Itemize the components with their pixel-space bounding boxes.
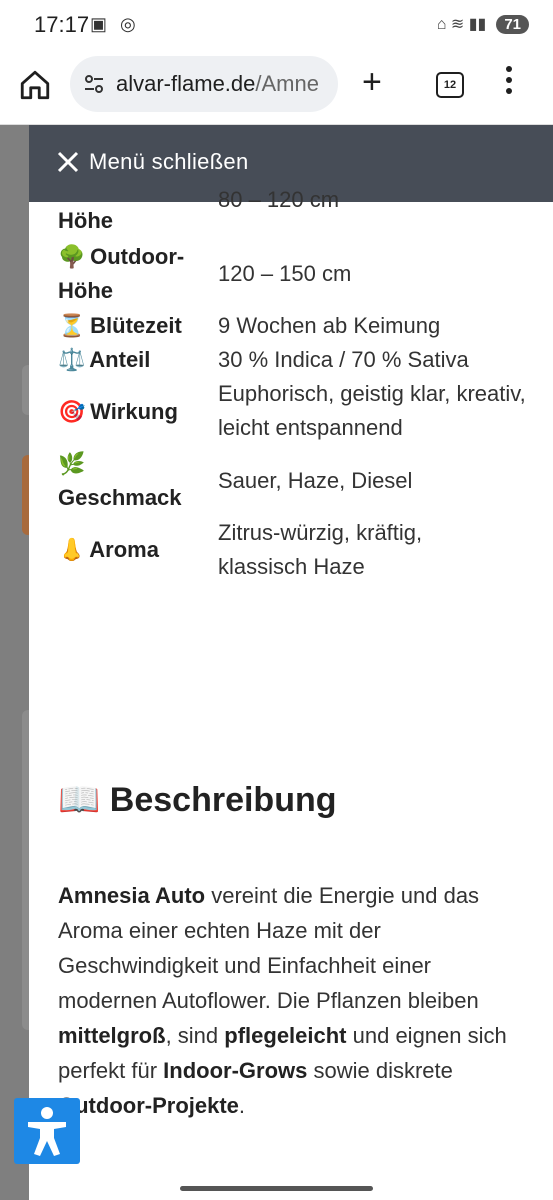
description-paragraph: Amnesia Auto vereint die Energie und das… [58,883,507,1118]
spec-label: Höhe [58,208,113,233]
url-path: /Amne [255,71,319,96]
target-icon: 🎯 [58,399,86,424]
herb-icon: 🌿 [58,451,86,476]
nose-icon: 👃 [58,537,86,562]
spec-value: 80 – 120 cm [218,187,340,212]
site-settings-icon[interactable] [82,72,106,96]
spec-value: Euphorisch, geistig klar, kreativ, leich… [218,381,526,440]
section-heading: 📖 Beschreibung [58,780,337,820]
browser-toolbar: alvar-flame.de/Amne + 12 [0,52,553,125]
spec-value: 30 % Indica / 70 % Sativa [218,347,469,372]
status-time: 17:17 [34,12,90,37]
status-bar: 17:17 ▣ ◎ ⌂ ≋ ▮▮ 71 [0,0,553,52]
tab-switcher-button[interactable]: 12 [436,72,464,98]
spec-label: 🌳 Outdoor-Höhe [58,240,208,308]
gesture-nav-bar[interactable] [180,1186,373,1191]
close-icon[interactable] [57,151,79,173]
more-menu-icon[interactable] [506,66,514,99]
tree-icon: 🌳 [58,244,86,269]
url-text: alvar-flame.de/Amne [116,71,319,97]
new-tab-icon[interactable]: + [362,62,382,102]
scales-icon: ⚖️ [58,347,86,372]
spec-value: 9 Wochen ab Keimung [218,313,441,338]
spec-value: Zitrus-würzig, kräftig, klassisch Haze [218,520,423,579]
battery-indicator: 71 [496,14,529,34]
heading-text: Beschreibung [109,781,337,819]
book-icon: 📖 [58,781,101,819]
spec-label: ⚖️ Anteil [58,343,150,377]
spec-value: Sauer, Haze, Diesel [218,468,413,493]
notification-icons: ▣ ◎ [90,14,140,34]
spec-label: 🎯 Wirkung [58,395,178,429]
accessibility-icon [28,1107,66,1156]
status-right: ⌂ ≋ ▮▮ 71 [437,14,529,34]
accessibility-button[interactable] [14,1098,80,1164]
url-bar[interactable]: alvar-flame.de/Amne [70,56,338,112]
spec-label: ⏳ Blütezeit [58,309,182,343]
side-menu-panel: Menü schließen Höhe 80 – 120 cm 🌳 Outdoo… [29,125,553,1200]
hourglass-icon: ⏳ [58,313,86,338]
menu-close-label: Menü schließen [89,149,249,174]
url-domain: alvar-flame.de [116,71,256,96]
home-icon[interactable] [18,68,52,102]
wifi-icon: ⌂ ≋ ▮▮ [436,16,487,33]
spec-label: 🌿 Geschmack [58,447,208,515]
spec-value: 120 – 150 cm [218,261,352,286]
spec-label: 👃 Aroma [58,533,159,567]
